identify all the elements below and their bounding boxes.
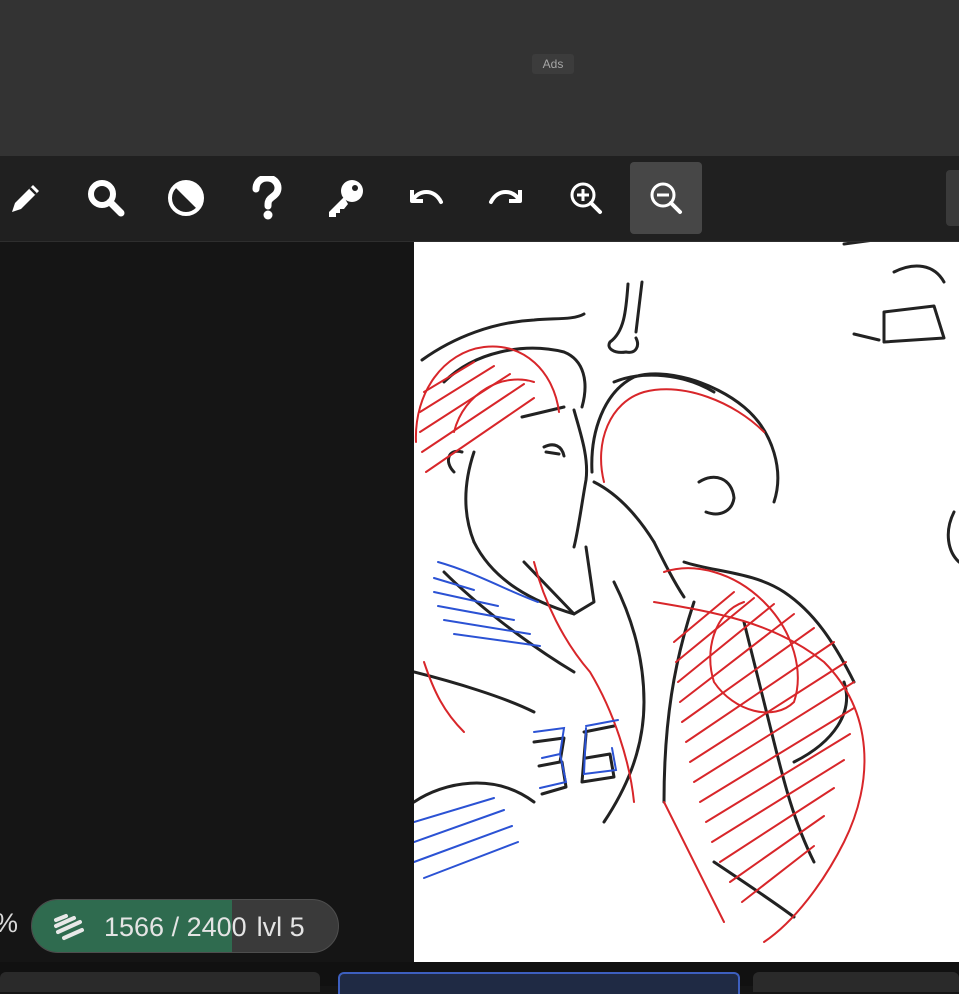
xp-progress-text: 1566 / 2400 lvl 5 [104, 912, 305, 943]
xp-max: 2400 [186, 912, 247, 942]
zoom-out-button[interactable] [630, 162, 702, 234]
redo-icon [489, 190, 522, 204]
search-icon [88, 180, 125, 217]
ads-label: Ads [532, 54, 574, 74]
pencil-tool-button[interactable] [0, 162, 62, 234]
undo-icon [410, 190, 443, 204]
contrast-button[interactable] [150, 162, 222, 234]
zoom-out-icon [650, 182, 682, 214]
bottom-tab-bar [0, 962, 959, 994]
toolbar-overflow-button[interactable] [946, 170, 959, 226]
pencil-icon [12, 185, 39, 212]
brush-strokes-icon [54, 914, 84, 940]
key-icon [329, 180, 363, 217]
bottom-tab-left[interactable] [0, 972, 320, 992]
drawing-canvas[interactable] [414, 242, 959, 962]
undo-button[interactable] [390, 162, 462, 234]
redo-button[interactable] [470, 162, 542, 234]
sketch-artwork [414, 242, 959, 943]
bottom-tab-active[interactable] [338, 972, 740, 994]
side-panel [0, 242, 414, 962]
bottom-tab-right[interactable] [753, 972, 959, 992]
xp-current: 1566 [104, 912, 165, 942]
level-label: lvl 5 [256, 912, 305, 942]
xp-separator: / [164, 912, 187, 942]
zoom-in-icon [570, 182, 602, 214]
search-button[interactable] [70, 162, 142, 234]
help-button[interactable] [230, 162, 302, 234]
xp-progress-bar: 1566 / 2400 lvl 5 [31, 899, 339, 953]
zoom-percent-fragment: % [0, 908, 18, 939]
zoom-in-button[interactable] [550, 162, 622, 234]
question-icon [252, 176, 282, 220]
ad-banner[interactable]: Ads [0, 0, 959, 156]
contrast-icon [168, 180, 204, 216]
key-button[interactable] [310, 162, 382, 234]
toolbar [0, 156, 959, 242]
